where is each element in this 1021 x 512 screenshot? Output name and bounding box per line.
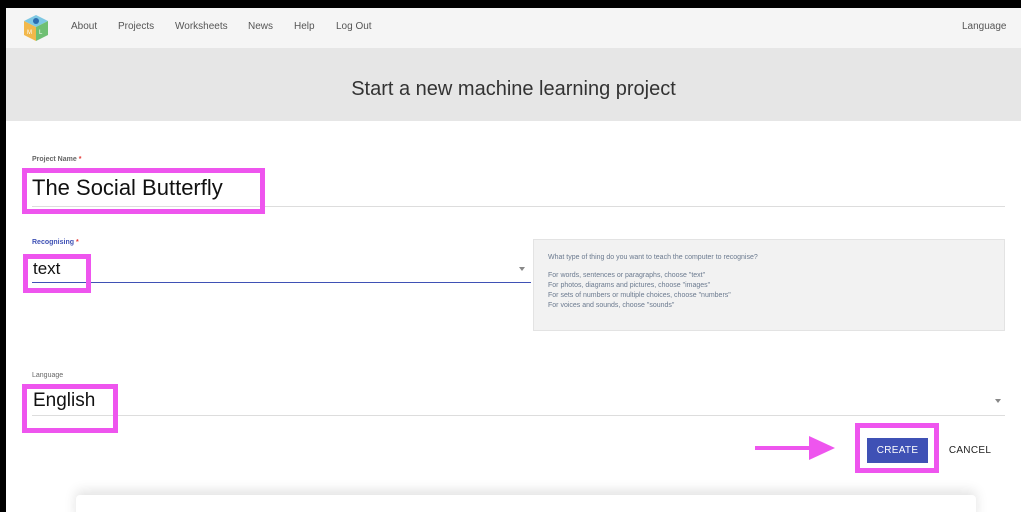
nav-news[interactable]: News	[248, 21, 273, 32]
recognising-label-text: Recognising	[32, 239, 75, 246]
project-name-label: Project Name *	[32, 156, 81, 163]
nav-help[interactable]: Help	[294, 21, 315, 32]
required-marker: *	[78, 156, 82, 163]
cancel-button[interactable]: CANCEL	[942, 438, 998, 463]
required-marker: *	[75, 239, 79, 246]
ml-cube-logo-icon[interactable]: M L	[22, 13, 50, 43]
recognising-select[interactable]: text	[33, 259, 60, 279]
chevron-down-icon[interactable]	[995, 399, 1001, 403]
app-screen: M L About Projects Worksheets News Help …	[6, 8, 1021, 512]
language-label: Language	[32, 372, 64, 379]
language-select[interactable]: English	[33, 390, 95, 412]
chevron-down-icon[interactable]	[519, 267, 525, 271]
project-name-underline	[32, 206, 1005, 207]
recognising-label: Recognising *	[32, 239, 79, 246]
recognising-help-box: What type of thing do you want to teach …	[533, 239, 1005, 331]
help-line-sounds: For voices and sounds, choose "sounds"	[548, 302, 675, 309]
page-title: Start a new machine learning project	[351, 78, 676, 100]
page-header: Start a new machine learning project	[6, 48, 1021, 121]
help-question: What type of thing do you want to teach …	[548, 254, 758, 261]
language-underline	[32, 415, 1005, 416]
recognising-underline	[32, 282, 531, 283]
card-shadow	[76, 495, 976, 512]
project-name-input[interactable]: The Social Butterfly	[32, 175, 223, 201]
nav-logout[interactable]: Log Out	[336, 21, 372, 32]
arrow-right-icon	[755, 436, 835, 460]
create-button[interactable]: CREATE	[867, 438, 928, 463]
nav-worksheets[interactable]: Worksheets	[175, 21, 228, 32]
help-line-images: For photos, diagrams and pictures, choos…	[548, 282, 711, 289]
help-line-numbers: For sets of numbers or multiple choices,…	[548, 292, 731, 299]
svg-text:M: M	[27, 30, 32, 36]
project-name-label-text: Project Name	[32, 156, 77, 163]
help-line-text: For words, sentences or paragraphs, choo…	[548, 272, 706, 279]
nav-about[interactable]: About	[71, 21, 97, 32]
nav-projects[interactable]: Projects	[118, 21, 154, 32]
navbar: M L About Projects Worksheets News Help …	[6, 8, 1021, 49]
nav-language[interactable]: Language	[962, 21, 1007, 32]
